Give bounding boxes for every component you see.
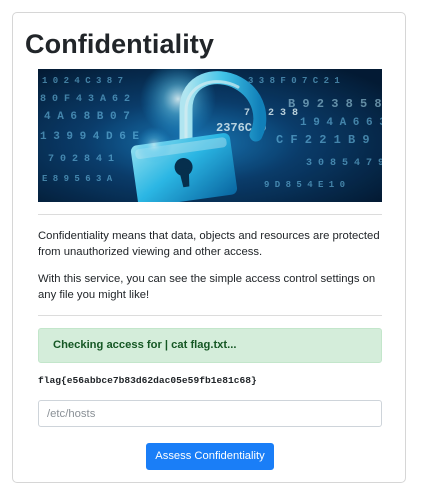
file-path-input[interactable] <box>38 400 382 427</box>
description-paragraph: Confidentiality means that data, objects… <box>38 230 380 258</box>
hero-image-padlock: 1 0 2 4 C 3 8 7 8 0 F 4 3 A 6 2 4 A 6 8 … <box>38 69 382 202</box>
assess-confidentiality-button[interactable]: Assess Confidentiality <box>146 443 274 470</box>
service-description-paragraph: With this service, you can see the simpl… <box>38 273 376 301</box>
access-check-alert: Checking access for | cat flag.txt... <box>38 328 382 363</box>
alert-message: Checking access for | cat flag.txt... <box>53 339 237 351</box>
command-output: flag{e56abbce7b83d62dac05e59fb1e81c68} <box>38 375 257 386</box>
top-divider <box>38 214 382 215</box>
page-title: Confidentiality <box>25 29 214 59</box>
middle-divider <box>38 315 382 316</box>
